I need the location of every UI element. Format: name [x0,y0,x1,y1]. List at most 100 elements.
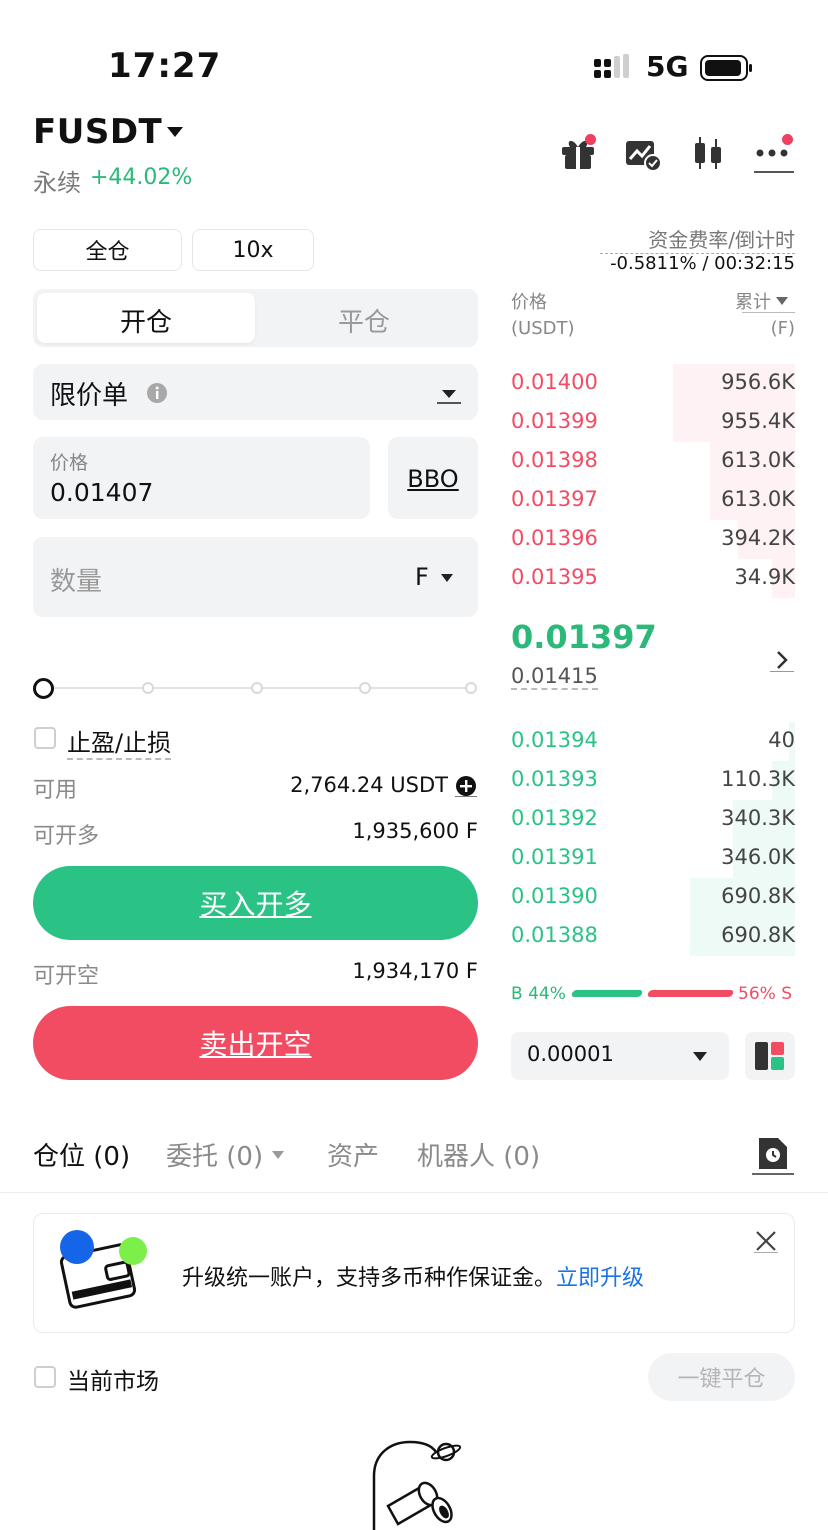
layout-icon [755,1042,784,1070]
ask-size: 613.0K [721,487,795,511]
price-header-label: 价格 [511,292,547,313]
tab-close[interactable]: 平仓 [255,302,473,339]
header-underline [742,312,795,313]
orderbook-price-header: 价格 (USDT) [511,290,575,342]
bid-row[interactable]: 0.01393 110.3K [511,761,795,800]
ask-price: 0.01395 [511,565,598,589]
slider-tick[interactable] [142,682,154,694]
caret-down-icon[interactable] [166,126,184,138]
wallet-illustration [59,1230,147,1309]
available-value: 2,764.24 USDT [290,773,448,797]
battery-icon [700,55,752,81]
quantity-input[interactable]: 数量 [50,561,102,598]
close-all-button[interactable]: 一键平仓 [648,1353,795,1401]
chevron-down-icon[interactable] [437,386,461,404]
buy-long-button[interactable]: 买入开多 [33,866,478,940]
buy-ratio: B 44% [511,984,566,1004]
close-icon[interactable] [754,1229,778,1253]
funding-rate-label[interactable]: 资金费率/倒计时 [600,224,795,254]
add-funds-icon[interactable] [455,775,477,797]
ask-row[interactable]: 0.01400 956.6K [511,364,795,403]
mark-price[interactable]: 0.01415 [511,664,598,690]
ask-price: 0.01397 [511,487,598,511]
bid-size: 690.8K [721,884,795,908]
tpsl-label[interactable]: 止盈/止损 [67,723,172,760]
history-doc-icon[interactable] [752,1137,794,1175]
funding-rate-value: -0.5811% / 00:32:15 [610,253,795,274]
caret-down-icon[interactable] [271,1150,285,1160]
bid-row[interactable]: 0.01391 346.0K [511,839,795,878]
tab-bots[interactable]: 机器人 (0) [417,1136,540,1173]
tab-open[interactable]: 开仓 [37,302,255,339]
caret-down-icon[interactable] [692,1051,708,1062]
orderbook-layout-button[interactable] [745,1032,795,1080]
current-market-label[interactable]: 当前市场 [67,1362,159,1396]
bid-size: 340.3K [721,806,795,830]
bid-size: 690.8K [721,923,795,947]
available-label: 可用 [33,778,78,803]
sell-ratio-bar [646,990,735,997]
slider-tick[interactable] [359,682,371,694]
caret-down-icon[interactable] [440,573,454,583]
bid-price: 0.01390 [511,884,598,908]
pair-title[interactable]: FUSDT [33,112,162,152]
buy-ratio-bar [570,990,644,997]
size-unit-label: (F) [770,318,795,339]
ask-price: 0.01396 [511,526,598,550]
ask-row[interactable]: 0.01395 34.9K [511,559,795,598]
price-input[interactable]: 0.01407 [50,478,153,507]
network-type: 5G [646,50,689,83]
margin-mode-button[interactable]: 全仓 [33,229,182,271]
current-market-checkbox[interactable] [34,1366,56,1388]
notification-dot [585,134,596,145]
contract-type: 永续 [33,169,81,197]
quantity-unit[interactable]: F [415,563,429,591]
ask-row[interactable]: 0.01398 613.0K [511,442,795,481]
chevron-right-icon[interactable] [770,648,794,672]
bid-size: 346.0K [721,845,795,869]
bid-price: 0.01391 [511,845,598,869]
price-unit-label: (USDT) [511,318,575,339]
ask-price: 0.01398 [511,448,598,472]
tabs-divider [0,1192,828,1193]
bid-price: 0.01393 [511,767,598,791]
ask-price: 0.01399 [511,409,598,433]
tab-assets[interactable]: 资产 [327,1136,379,1173]
signal-icon [594,54,629,78]
price-label: 价格 [50,452,89,474]
last-price: 0.01397 [511,618,657,656]
leverage-button[interactable]: 10x [192,229,314,271]
sell-short-button[interactable]: 卖出开空 [33,1006,478,1080]
chart-check-icon[interactable] [623,133,663,173]
banner-text: 升级统一账户，支持多币种作保证金。 [182,1266,557,1291]
ask-row[interactable]: 0.01396 394.2K [511,520,795,559]
slider-handle[interactable] [33,678,54,699]
slider-tick[interactable] [465,682,477,694]
order-type-label: 限价单 [50,381,129,411]
bid-row[interactable]: 0.01388 690.8K [511,917,795,956]
can-short-value: 1,934,170 F [352,959,478,983]
banner-message: 升级统一账户，支持多币种作保证金。立即升级 [182,1260,644,1292]
bid-row[interactable]: 0.01392 340.3K [511,800,795,839]
candlestick-icon[interactable] [688,133,728,173]
ask-row[interactable]: 0.01397 613.0K [511,481,795,520]
tab-positions[interactable]: 仓位 (0) [33,1136,130,1173]
bid-row[interactable]: 0.01394 40 [511,722,795,761]
sell-ratio: 56% S [738,984,792,1004]
can-long-label: 可开多 [33,824,100,849]
tpsl-checkbox[interactable] [34,727,56,749]
slider-tick[interactable] [251,682,263,694]
can-long-value: 1,935,600 F [352,819,478,843]
bbo-label[interactable]: BBO [388,465,478,493]
bid-row[interactable]: 0.01390 690.8K [511,878,795,917]
notification-dot [782,134,793,145]
ask-row[interactable]: 0.01399 955.4K [511,403,795,442]
caret-down-icon[interactable] [775,296,789,306]
tab-orders[interactable]: 委托 (0) [166,1136,263,1173]
bid-price: 0.01388 [511,923,598,947]
info-icon[interactable] [146,382,168,404]
tick-size-value[interactable]: 0.00001 [527,1042,614,1066]
empty-state-illustration [372,1440,462,1530]
upgrade-link[interactable]: 立即升级 [556,1266,644,1291]
ask-size: 955.4K [721,409,795,433]
